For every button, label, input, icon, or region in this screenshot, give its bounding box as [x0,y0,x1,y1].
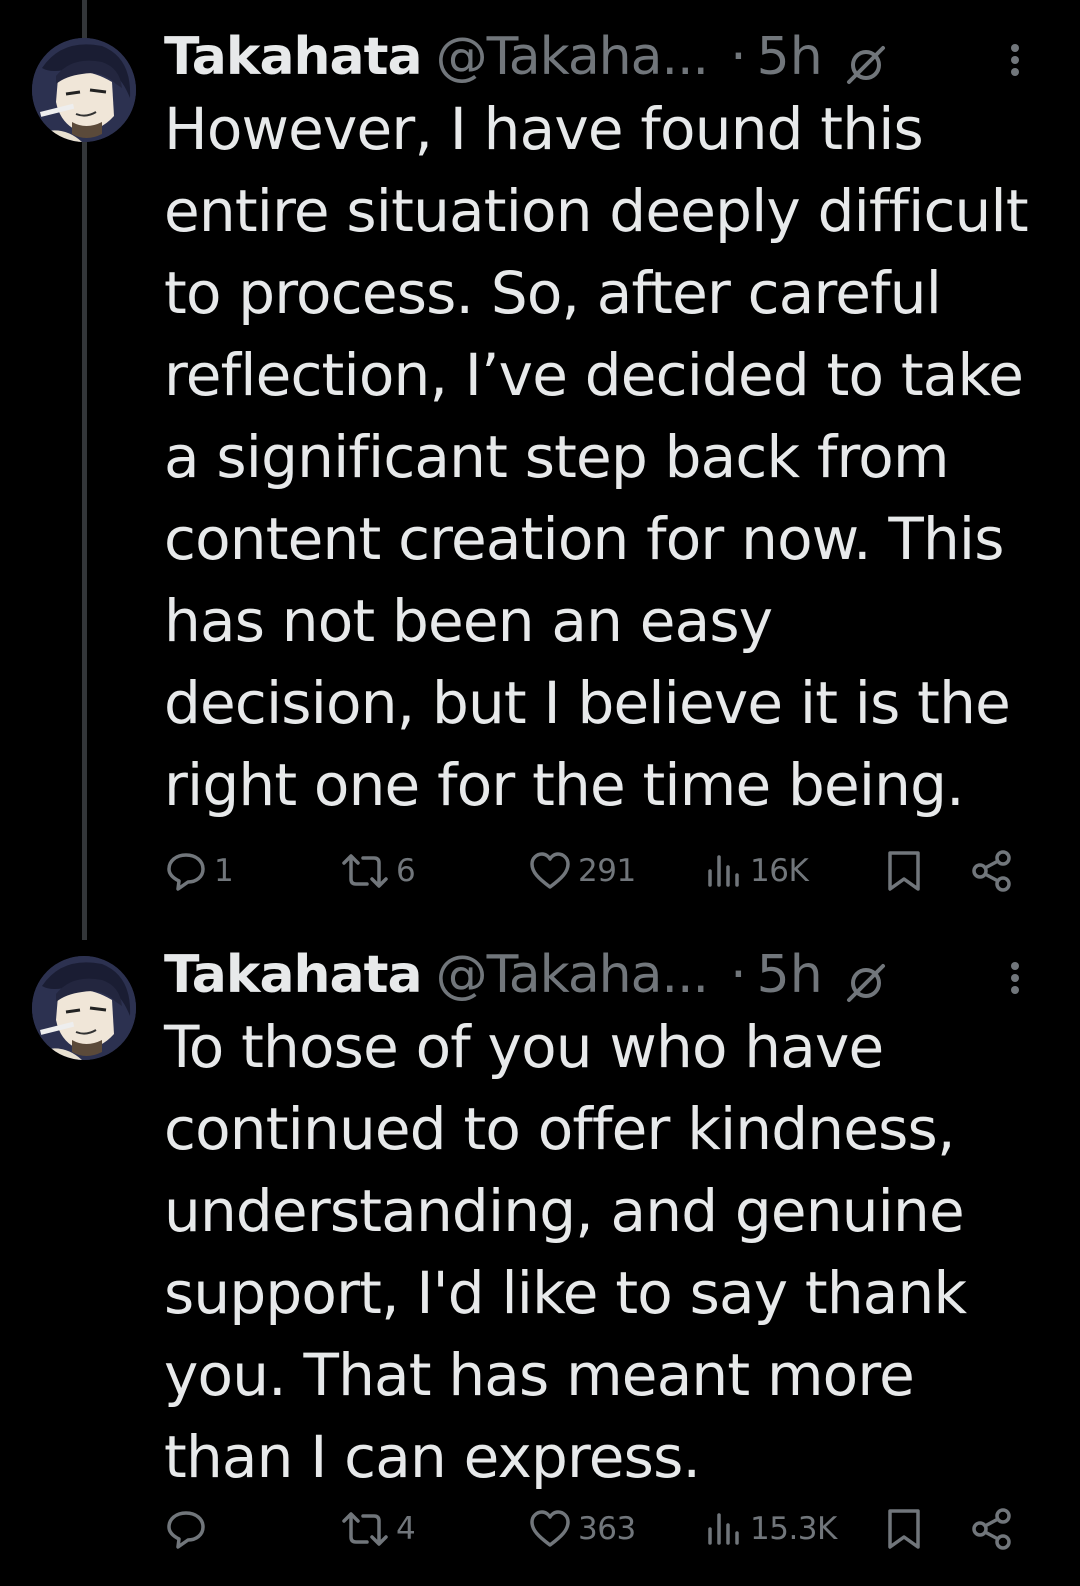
reply-icon [167,1511,205,1549]
timestamp[interactable]: 5h [757,22,823,92]
bookmark-icon [888,851,920,891]
more-icon[interactable] [1000,40,1030,80]
tweet[interactable]: Takahata @Takaha... · 5h To those of you… [0,918,1080,1586]
tweet-text-line: understanding, and genuine [164,1177,965,1245]
tweet-actions: 1 6 291 16K [164,838,1024,904]
reply-button[interactable]: 1 [164,838,234,904]
like-button[interactable]: 363 [528,1496,636,1562]
author-handle[interactable]: @Takaha... [436,22,709,92]
tweet-text-line: than I can express. [164,1423,701,1491]
repost-icon [342,1512,388,1546]
bookmark-button[interactable] [884,1496,924,1562]
tweet-text-line: content creation for now. This [164,505,1004,573]
tweet-text-line: However, I have found this [164,95,924,163]
muted-icon [843,34,889,84]
heart-icon [530,1510,570,1547]
share-button[interactable] [970,838,1014,904]
share-icon [972,850,1011,892]
tweet-text-line: To those of you who have [164,1013,884,1081]
reply-count: 1 [214,853,234,889]
tweet-actions: 4 363 15.3K [164,1496,1024,1562]
tweet-text-line: right one for the time being. [164,751,965,819]
share-button[interactable] [970,1496,1014,1562]
author-handle[interactable]: @Takaha... [436,940,709,1010]
tweet-text-line: to process. So, after careful [164,259,942,327]
tweet-text-line: continued to offer kindness, [164,1095,955,1163]
bookmark-button[interactable] [884,838,924,904]
avatar[interactable] [32,956,136,1060]
repost-count: 6 [396,853,416,889]
reply-button[interactable] [164,1496,214,1562]
views-button[interactable]: 16K [704,838,809,904]
views-icon [708,1513,739,1545]
tweet-text-line: support, I'd like to say thank [164,1259,967,1327]
more-icon[interactable] [1000,958,1030,998]
tweet[interactable]: Takahata @Takaha... · 5h However, I have… [0,0,1080,930]
like-button[interactable]: 291 [528,838,636,904]
tweet-header: Takahata @Takaha... · 5h [164,940,889,1010]
views-count: 15.3K [750,1511,837,1547]
share-icon [972,1508,1011,1550]
views-button[interactable]: 15.3K [704,1496,837,1562]
views-count: 16K [750,853,809,889]
separator-dot: · [730,945,747,1005]
tweet-text: To those of you who have continued to of… [164,1006,1054,1498]
tweet-header: Takahata @Takaha... · 5h [164,22,889,92]
bookmark-icon [888,1509,920,1549]
author-display-name[interactable]: Takahata [164,940,423,1010]
separator-dot: · [730,27,747,87]
muted-icon [843,952,889,1002]
tweet-text-line: you. That has meant more [164,1341,915,1409]
like-count: 291 [578,853,636,889]
tweet-text-line: has not been an easy [164,587,773,655]
tweet-text-line: a significant step back from [164,423,949,491]
repost-button[interactable]: 4 [340,1496,416,1562]
repost-icon [342,854,388,888]
tweet-text-line: decision, but I believe it is the [164,669,1011,737]
author-display-name[interactable]: Takahata [164,22,423,92]
repost-button[interactable]: 6 [340,838,416,904]
tweet-text-line: reflection, I’ve decided to take [164,341,1024,409]
views-icon [708,855,739,887]
heart-icon [530,852,570,889]
tweet-text-line: entire situation deeply difficult [164,177,1029,245]
reply-icon [167,853,205,891]
like-count: 363 [578,1511,636,1547]
tweet-text: However, I have found this entire situat… [164,88,1054,826]
avatar[interactable] [32,38,136,142]
timestamp[interactable]: 5h [757,940,823,1010]
repost-count: 4 [396,1511,416,1547]
